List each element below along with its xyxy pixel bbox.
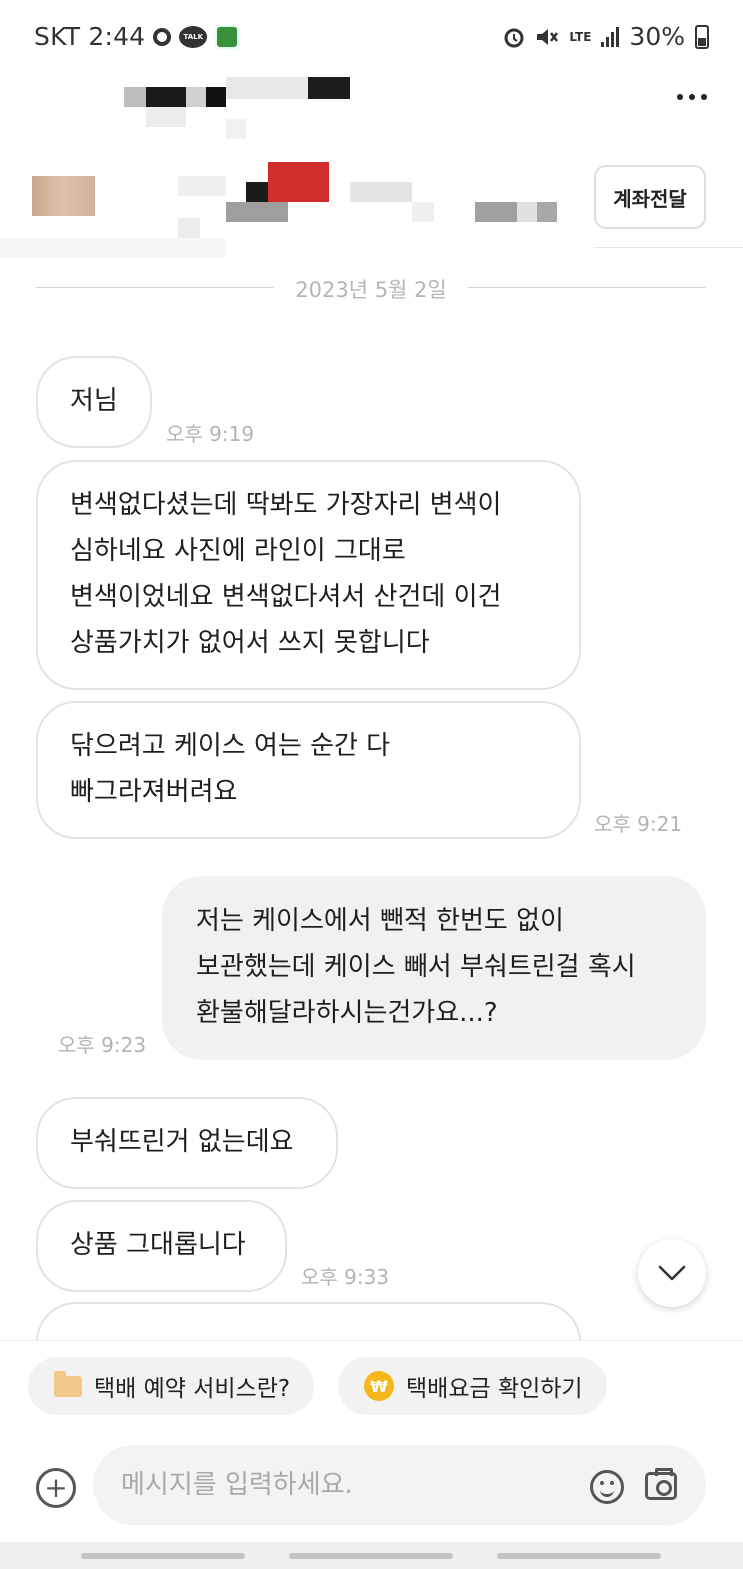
network-type: LTE [569,29,592,44]
chat-header: 계좌전달 [0,72,743,258]
signal-icon [601,26,620,47]
plus-icon[interactable]: + [36,1468,76,1508]
carrier-time: SKT 2:44 [34,22,146,51]
scroll-to-bottom-button[interactable] [638,1239,706,1307]
message-bubble-received[interactable]: 부숴뜨린거 없는데요 [36,1097,338,1189]
mute-icon [537,28,559,45]
navigation-gesture-bar [0,1542,743,1569]
message-time: 오후 9:23 [58,1033,147,1057]
date-label: 2023년 5월 2일 [295,278,447,302]
gesture-handle[interactable] [289,1553,453,1559]
kakaotalk-icon: TALK [179,25,208,48]
message-time: 오후 9:33 [301,1265,390,1289]
message-bubble-sent[interactable]: 저는 케이스에서 뺀적 한번도 없이 보관했는데 케이스 빼서 부숴트린걸 혹시… [162,876,706,1060]
location-icon [153,27,172,46]
app-notification-icon [215,24,240,49]
camera-icon[interactable] [645,1468,677,1500]
message-input-bar: + [0,1432,743,1542]
gesture-handle[interactable] [497,1553,661,1559]
message-bubble-received[interactable]: 변색없다셨는데 딱봐도 가장자리 변색이 심하네요 사진에 라인이 그대로 변색… [36,460,581,690]
battery-percent: 30% [629,22,685,51]
alarm-icon [504,28,524,47]
status-bar: SKT 2:44 TALK LTE 30% [0,0,743,72]
more-options-icon[interactable] [677,94,707,100]
chip-label: 택배요금 확인하기 [406,1376,583,1402]
message-bubble-received[interactable]: 닦으려고 케이스 여는 순간 다 빠그라져버려요 [36,701,581,839]
header-divider [594,247,743,248]
chevron-down-icon [658,1265,686,1281]
delivery-reservation-chip[interactable]: 택배 예약 서비스란? [28,1357,315,1415]
account-transfer-button[interactable]: 계좌전달 [594,165,706,229]
status-right: LTE 30% [503,22,709,51]
chip-label: 택배 예약 서비스란? [94,1376,291,1402]
message-time: 오후 9:19 [166,422,255,446]
emoji-icon[interactable] [590,1470,624,1504]
date-divider: 2023년 5월 2일 [36,272,706,304]
status-left: SKT 2:44 TALK [34,22,240,51]
quick-action-bar: 택배 예약 서비스란? ₩ 택배요금 확인하기 [0,1340,743,1432]
message-bubble-received[interactable]: 저님 [36,356,152,448]
won-coin-icon: ₩ [364,1371,394,1401]
folder-icon [54,1370,82,1397]
message-bubble-received[interactable]: 상품 그대롭니다 [36,1200,287,1292]
message-time: 오후 9:21 [594,812,683,836]
battery-icon [695,24,709,49]
delivery-fee-chip[interactable]: ₩ 택배요금 확인하기 [338,1357,607,1415]
gesture-handle[interactable] [81,1553,245,1559]
divider-line-right [468,287,706,288]
